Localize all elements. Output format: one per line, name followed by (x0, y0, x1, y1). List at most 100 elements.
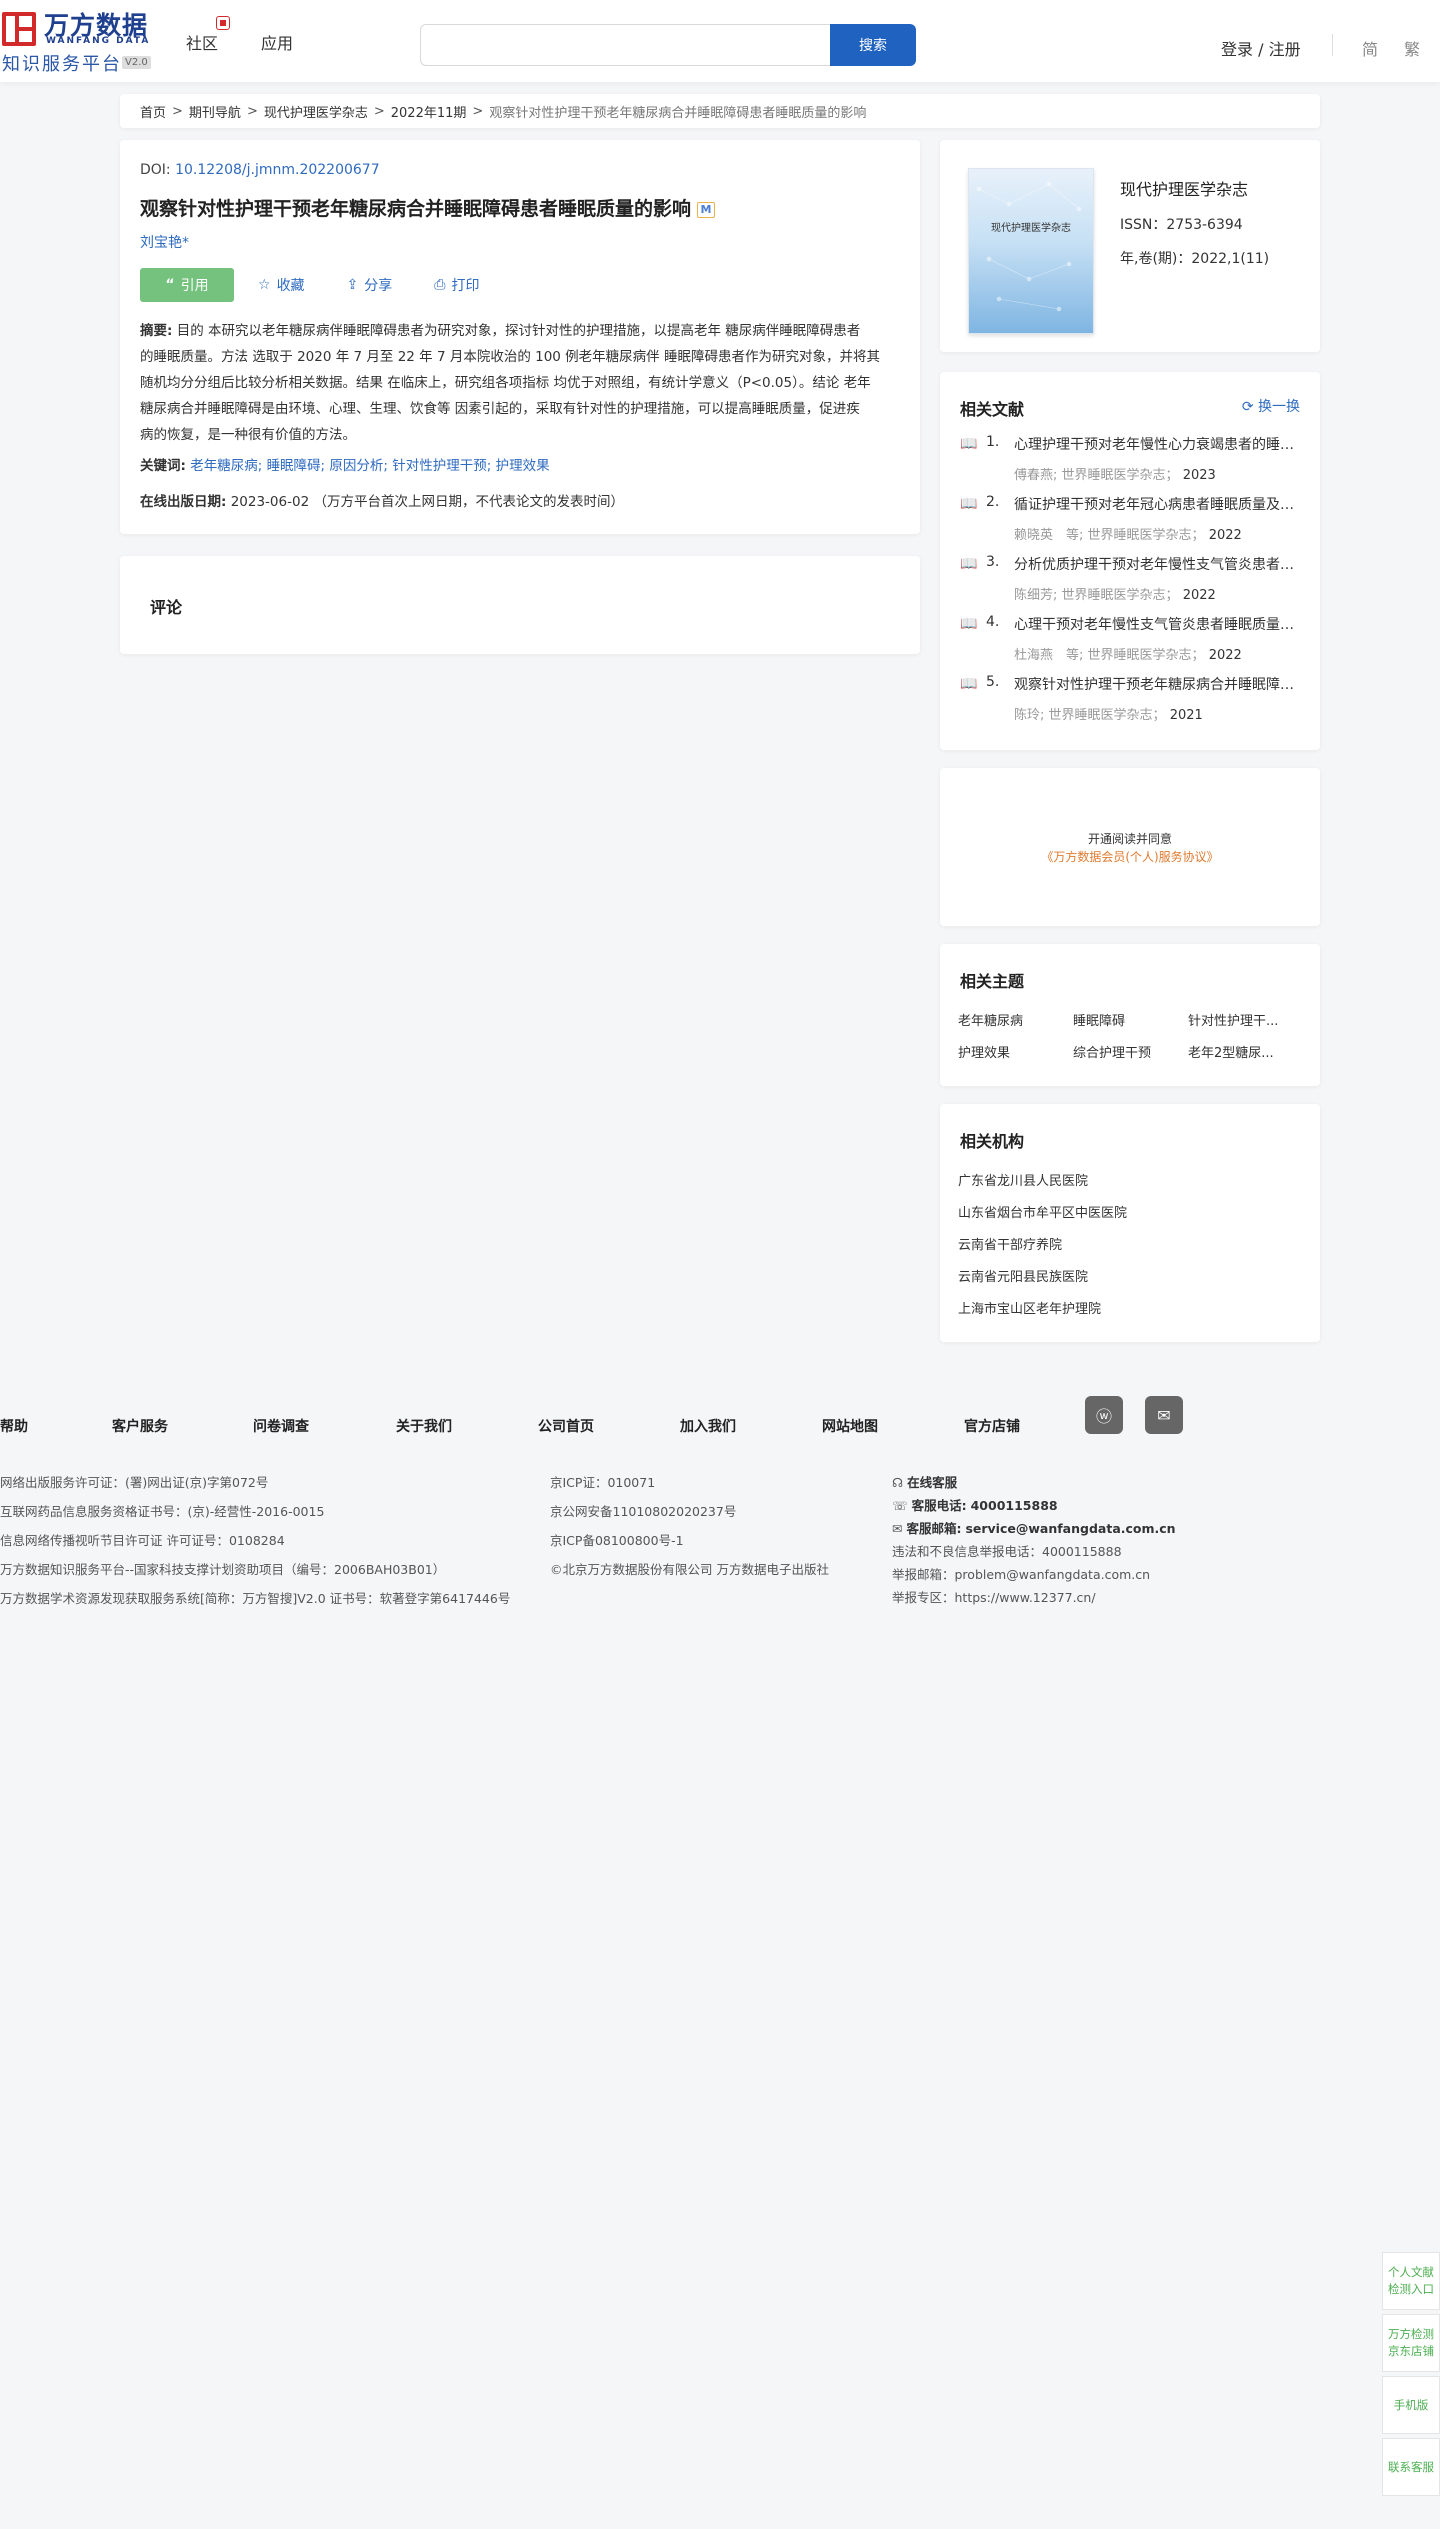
footer-nav-about[interactable]: 关于我们 (396, 1416, 452, 1436)
footer-nav-join-us[interactable]: 加入我们 (680, 1416, 736, 1436)
print-label: 打印 (451, 278, 480, 294)
footer-nav-official-store[interactable]: 官方店铺 (964, 1416, 1020, 1436)
topic-link[interactable]: 睡眠障碍 (1073, 1010, 1125, 1029)
related-title-link[interactable]: 循证护理干预对老年冠心病患者睡眠质量及生活质量的影响 (1014, 494, 1304, 514)
contact-service-button[interactable]: 联系客服 (1382, 2438, 1440, 2496)
headset-icon: ☊ (892, 1475, 904, 1490)
related-title-link[interactable]: 心理干预对老年慢性支气管炎患者睡眠质量的影响研究 (1014, 614, 1304, 634)
lang-traditional[interactable]: 繁 (1404, 36, 1420, 60)
cover-title: 现代护理医学杂志 (991, 223, 1071, 234)
book-icon: 📖 (960, 676, 978, 692)
breadcrumb-home[interactable]: 首页 (140, 102, 166, 121)
keyword-link[interactable]: 针对性护理干预; (392, 458, 491, 474)
related-institutions-card: 相关机构 广东省龙川县人民医院 山东省烟台市牟平区中医医院 云南省干部疗养院 云… (940, 1104, 1320, 1342)
related-title-link[interactable]: 心理护理干预对老年慢性心力衰竭患者的睡眠质量的影响 (1014, 434, 1304, 454)
service-agreement-link[interactable]: 《万方数据会员(个人)服务协议》 (940, 848, 1320, 865)
article-card: DOI: 10.12208/j.jmnm.202200677 观察针对性护理干预… (120, 140, 920, 534)
refresh-label: 换一换 (1258, 399, 1300, 415)
book-icon: 📖 (960, 616, 978, 632)
institution-link[interactable]: 云南省干部疗养院 (958, 1234, 1062, 1253)
keyword-link[interactable]: 睡眠障碍; (267, 458, 326, 474)
phone-label: 客服电话: (911, 1498, 967, 1513)
institution-link[interactable]: 上海市宝山区老年护理院 (958, 1298, 1101, 1317)
mobi-badge-icon: M (697, 201, 716, 218)
related-title-link[interactable]: 分析优质护理干预对老年慢性支气管炎患者睡眠质量的影响 (1014, 554, 1304, 574)
institution-link[interactable]: 云南省元阳县民族医院 (958, 1266, 1088, 1285)
breadcrumb-separator: > (373, 103, 385, 119)
related-meta: 傅春燕; 世界睡眠医学杂志； 2023 (1014, 464, 1216, 483)
keyword-link[interactable]: 护理效果 (496, 458, 550, 474)
refresh-button[interactable]: ⟳ 换一换 (1242, 396, 1300, 416)
footer-nav-customer-service[interactable]: 客户服务 (112, 1416, 168, 1436)
institution-link[interactable]: 山东省烟台市牟平区中医医院 (958, 1202, 1127, 1221)
phone-value: 4000115888 (970, 1498, 1058, 1513)
footer-license: 万方数据知识服务平台--国家科技支撑计划资助项目（编号：2006BAH03B01… (0, 1562, 446, 1577)
abstract-line: 病的恢复，是一种很有价值的方法。 (140, 427, 356, 443)
report-zone-link[interactable]: 举报专区：https://www.12377.cn/ (892, 1587, 1096, 1606)
related-meta: 杜海燕 等; 世界睡眠医学杂志； 2022 (1014, 644, 1242, 663)
breadcrumb-issue[interactable]: 2022年11期 (391, 102, 467, 121)
author-link[interactable]: 刘宝艳* (140, 232, 189, 252)
online-service-label: 在线客服 (907, 1475, 958, 1490)
jd-store-button[interactable]: 万方检测京东店铺 (1382, 2314, 1440, 2372)
abstract-line: 随机均分分组后比较分析相关数据。结果 在临床上，研究组各项指标 均优于对照组，有… (140, 375, 871, 391)
topic-link[interactable]: 老年2型糖尿... (1188, 1042, 1274, 1061)
institutions-title: 相关机构 (960, 1132, 1025, 1151)
wechat-icon[interactable]: ✉ (1145, 1396, 1183, 1434)
search-button[interactable]: 搜索 (830, 24, 916, 66)
breadcrumb-journals[interactable]: 期刊导航 (189, 102, 241, 121)
breadcrumb-journal[interactable]: 现代护理医学杂志 (264, 102, 368, 121)
wanfang-logo[interactable]: 万方数据 WANFANG DATA 知识服务平台 V2.0 (0, 6, 160, 75)
keywords: 关键词: 老年糖尿病; 睡眠障碍; 原因分析; 针对性护理干预; 护理效果 (140, 454, 550, 474)
favorite-button[interactable]: ☆ 收藏 (258, 275, 305, 295)
topic-link[interactable]: 针对性护理干... (1188, 1010, 1278, 1029)
journal-issn: ISSN：2753-6394 (1120, 217, 1243, 233)
logo-en-text: WANFANG DATA (46, 36, 151, 46)
related-venue: 世界睡眠医学杂志； (1061, 468, 1179, 483)
footer-icp: 京ICP备08100800号-1 (550, 1533, 684, 1548)
related-venue: 世界睡眠医学杂志； (1048, 708, 1166, 723)
doi-link[interactable]: 10.12208/j.jmnm.202200677 (175, 162, 380, 178)
book-icon: 📖 (960, 496, 978, 512)
logo-mark-icon (2, 12, 36, 46)
cite-button[interactable]: “ 引用 (140, 268, 234, 302)
plagiarism-check-button[interactable]: 个人文献检测入口 (1382, 2252, 1440, 2310)
related-title-link[interactable]: 观察针对性护理干预老年糖尿病合并睡眠障碍患者睡眠质量 (1014, 674, 1304, 694)
topic-link[interactable]: 护理效果 (958, 1042, 1010, 1061)
footer-nav-help[interactable]: 帮助 (0, 1416, 28, 1436)
lang-simplified[interactable]: 简 (1362, 36, 1378, 60)
related-authors: 陈细芳; (1014, 588, 1058, 603)
keyword-link[interactable]: 原因分析; (329, 458, 388, 474)
footer-nav-sitemap[interactable]: 网站地图 (822, 1416, 878, 1436)
mobile-version-button[interactable]: 手机版 (1382, 2376, 1440, 2434)
print-button[interactable]: ⎙ 打印 (434, 275, 479, 295)
related-year: 2023 (1182, 468, 1216, 483)
keyword-link[interactable]: 老年糖尿病; (190, 458, 262, 474)
related-year: 2021 (1169, 708, 1203, 723)
related-venue: 世界睡眠医学杂志； (1087, 648, 1205, 663)
topic-link[interactable]: 综合护理干预 (1073, 1042, 1151, 1061)
email-label: 客服邮箱: (906, 1521, 962, 1536)
pubdate-value: 2023-06-02 (230, 494, 310, 510)
related-num: 5. (986, 674, 1000, 690)
topic-link[interactable]: 老年糖尿病 (958, 1010, 1023, 1029)
nav-community[interactable]: 社区 (186, 30, 218, 54)
site-header: 万方数据 WANFANG DATA 知识服务平台 V2.0 社区 应用 搜索 登… (0, 0, 1440, 82)
share-button[interactable]: ⇪ 分享 (347, 275, 393, 295)
abstract-line: 糖尿病合并睡眠障碍是由环境、心理、生理、饮食等 因素引起的，采取有针对性的护理措… (140, 401, 860, 417)
institution-link[interactable]: 广东省龙川县人民医院 (958, 1170, 1088, 1189)
related-authors: 傅春燕; (1014, 468, 1058, 483)
footer-nav-company-home[interactable]: 公司首页 (538, 1416, 594, 1436)
article-title: 观察针对性护理干预老年糖尿病合并睡眠障碍患者睡眠质量的影响 M (140, 194, 716, 221)
breadcrumb-separator: > (246, 103, 258, 119)
footer-nav-survey[interactable]: 问卷调查 (253, 1416, 309, 1436)
nav-apps[interactable]: 应用 (261, 30, 293, 54)
search-input[interactable] (420, 24, 830, 66)
weibo-icon[interactable]: ⓦ (1085, 1396, 1123, 1434)
journal-cover[interactable]: 现代护理医学杂志 (968, 168, 1094, 334)
abstract-label: 摘要: (140, 323, 173, 339)
online-service-link[interactable]: ☊ 在线客服 (892, 1472, 957, 1491)
journal-volume: 年,卷(期)：2022,1(11) (1120, 251, 1270, 267)
journal-name[interactable]: 现代护理医学杂志 (1120, 176, 1248, 200)
login-register-link[interactable]: 登录 / 注册 (1221, 36, 1301, 60)
